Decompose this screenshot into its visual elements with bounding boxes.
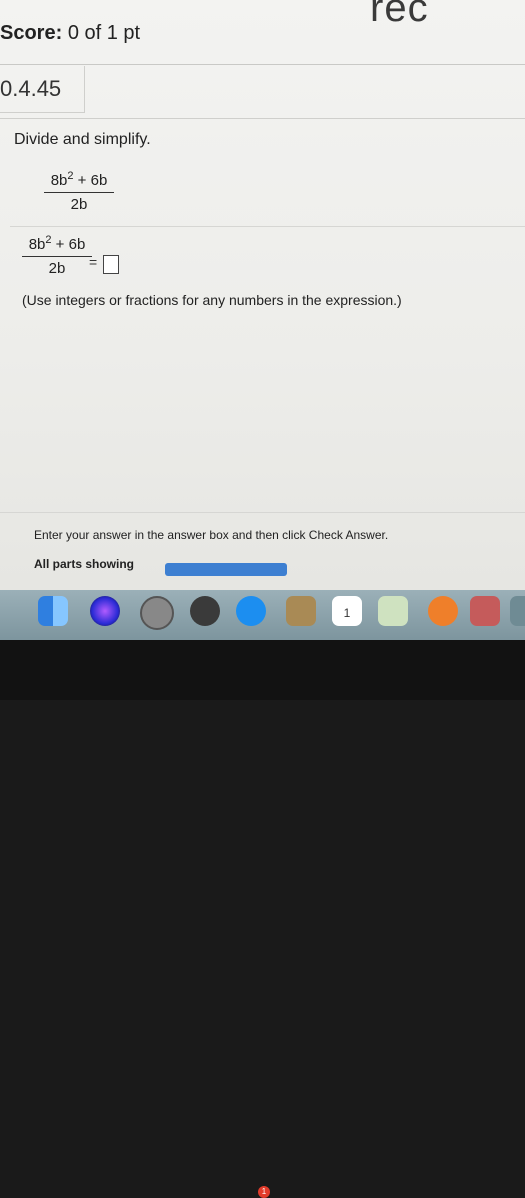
score-display: Score: 0 of 1 pt	[0, 22, 140, 45]
progress-fill	[165, 563, 287, 576]
answer-input[interactable]	[103, 255, 119, 274]
divider	[0, 64, 525, 65]
score-label: Score:	[0, 22, 63, 44]
notes-icon[interactable]	[286, 596, 316, 626]
app-icon[interactable]	[510, 596, 525, 626]
title-fragment: rec	[370, 0, 429, 30]
score-value: 0 of 1 pt	[67, 22, 141, 44]
expression-denominator: 2b	[48, 260, 66, 277]
answer-expression: 8b2 + 6b 2b	[22, 234, 92, 277]
books-icon[interactable]	[428, 596, 458, 626]
hint-text: (Use integers or fractions for any numbe…	[22, 292, 402, 308]
app-store-icon[interactable]	[236, 596, 266, 626]
notification-badge: 1	[258, 1186, 270, 1198]
expression-denominator: 2b	[70, 196, 88, 213]
fraction-bar	[22, 256, 92, 257]
expression-numerator: 8b2 + 6b	[22, 234, 92, 253]
finder-icon[interactable]	[38, 596, 68, 626]
divider	[10, 226, 525, 227]
equals-sign: =	[89, 254, 98, 270]
expression-numerator: 8b2 + 6b	[44, 170, 114, 189]
parts-label: All parts showing	[34, 557, 135, 571]
instructions-footer: Enter your answer in the answer box and …	[34, 528, 389, 542]
numerator-rest: + 6b	[51, 236, 86, 253]
numerator-base: 8b	[28, 236, 46, 253]
laptop-bezel	[0, 640, 525, 700]
dock: 1 1	[0, 590, 525, 1198]
browser-content: rec Score: 0 of 1 pt 0.4.45 Divide and s…	[0, 0, 525, 590]
numerator-base: 8b	[50, 172, 68, 189]
divider	[0, 512, 525, 513]
photo-booth-icon[interactable]	[470, 596, 500, 626]
fraction-bar	[44, 192, 114, 193]
instruction-text: Divide and simplify.	[14, 131, 151, 148]
siri-icon[interactable]	[90, 596, 120, 626]
problem-expression: 8b2 + 6b 2b	[44, 170, 114, 213]
preview-icon[interactable]	[378, 596, 408, 626]
system-preferences-icon[interactable]	[140, 596, 174, 630]
calendar-date: 1	[343, 606, 351, 620]
calendar-icon[interactable]: 1	[332, 596, 362, 626]
numerator-rest: + 6b	[73, 172, 108, 189]
launchpad-icon[interactable]	[190, 596, 220, 626]
parts-progress-bar	[165, 563, 287, 576]
question-id: 0.4.45	[0, 66, 85, 113]
divider	[0, 118, 525, 119]
